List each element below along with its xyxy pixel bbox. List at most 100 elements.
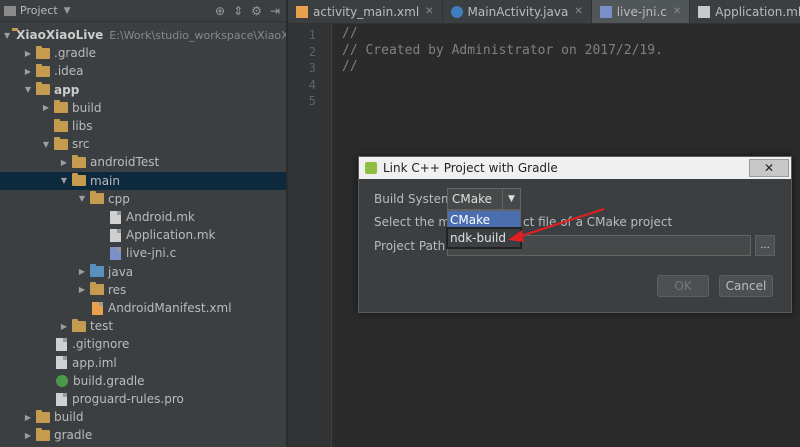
close-tab-icon[interactable]: ✕ (425, 6, 433, 17)
tree-item[interactable]: Android.mk (0, 208, 286, 226)
expanded-arrow-icon[interactable]: ▼ (76, 194, 88, 203)
collapsed-arrow-icon[interactable]: ▶ (22, 431, 34, 440)
tree-item-label: build.gradle (73, 373, 145, 388)
tree-item[interactable]: app.iml (0, 354, 286, 372)
gradle-file-icon (56, 374, 68, 387)
line-number-gutter: 1 2 3 4 5 (288, 24, 332, 447)
hide-icon[interactable]: ⇥ (270, 4, 280, 18)
tree-item-label: live-jni.c (126, 246, 177, 261)
close-button[interactable]: ✕ (749, 159, 789, 177)
link-cpp-dialog: Link C++ Project with Gradle ✕ Build Sys… (358, 156, 792, 313)
folder-icon (90, 191, 104, 205)
xml-file-icon (296, 5, 308, 18)
line-number: 5 (308, 94, 316, 108)
tree-item[interactable]: Application.mk (0, 226, 286, 244)
tab-label: live-jni.c (616, 4, 667, 19)
file-icon (110, 210, 121, 224)
tree-item[interactable]: build.gradle (0, 372, 286, 390)
collapsed-arrow-icon[interactable]: ▶ (22, 49, 34, 58)
android-studio-icon (365, 162, 377, 174)
tree-item[interactable]: ▼ cpp (0, 190, 286, 208)
folder-icon (54, 100, 68, 114)
editor-tab[interactable]: activity_main.xml ✕ (288, 0, 443, 23)
tree-item[interactable]: .gitignore (0, 335, 286, 353)
target-icon[interactable]: ⊕ (215, 4, 225, 18)
tab-label: MainActivity.java (467, 4, 569, 19)
tree-item-label: .gradle (54, 46, 97, 61)
tree-item[interactable]: ▼ XiaoXiaoLive E:\Work\studio_workspace\Xi… (0, 26, 286, 44)
tree-item-label: libs (72, 119, 93, 133)
tree-item[interactable]: ▶ res (0, 281, 286, 299)
collapsed-arrow-icon[interactable]: ▶ (58, 322, 70, 331)
description-text-end: ct file of a CMake project (523, 215, 673, 229)
line-number: 2 (308, 44, 316, 59)
dialog-titlebar: Link C++ Project with Gradle ✕ (359, 157, 791, 179)
expanded-arrow-icon[interactable]: ▼ (58, 176, 70, 185)
tree-item[interactable]: ▶ gradle (0, 426, 286, 444)
browse-button[interactable]: ... (755, 235, 775, 256)
folder-icon (36, 409, 50, 423)
tree-item[interactable]: live-jni.c (0, 244, 286, 262)
java-file-icon (450, 5, 463, 18)
collapsed-arrow-icon[interactable]: ▶ (76, 285, 88, 294)
tree-item[interactable]: ▼ main (0, 171, 286, 190)
collapsed-arrow-icon[interactable]: ▶ (22, 413, 34, 422)
tree-item[interactable]: ▶ build (0, 408, 286, 426)
gear-icon[interactable]: ⚙ (251, 4, 262, 18)
tab-label: activity_main.xml (313, 4, 420, 19)
tree-item[interactable]: proguard-rules.pro (0, 390, 286, 408)
tree-item[interactable]: AndroidManifest.xml (0, 299, 286, 317)
editor-tab[interactable]: MainActivity.java ✕ (443, 0, 592, 23)
tree-item[interactable]: ▶ build (0, 99, 286, 117)
tree-item-label: proguard-rules.pro (72, 392, 184, 406)
folder-icon (36, 45, 50, 59)
tree-item-label: build (72, 100, 102, 115)
dialog-title: Link C++ Project with Gradle (383, 161, 558, 175)
close-tab-icon[interactable]: ✕ (574, 6, 582, 17)
tree-item[interactable]: ▼ src (0, 135, 286, 153)
line-number: 1 (308, 28, 316, 42)
tree-item[interactable]: ▶ androidTest (0, 153, 286, 171)
expanded-arrow-icon[interactable]: ▼ (40, 140, 52, 149)
cancel-button[interactable]: Cancel (719, 275, 773, 297)
tree-item-label: .idea (54, 64, 84, 79)
folder-icon (72, 173, 86, 187)
chevron-down-icon[interactable]: ▼ (64, 6, 71, 16)
folder-icon (54, 136, 68, 150)
chevron-down-icon[interactable]: ▼ (502, 189, 520, 209)
editor-tab[interactable]: live-jni.c ✕ (591, 0, 691, 23)
collapsed-arrow-icon[interactable]: ▶ (40, 103, 52, 112)
tree-item[interactable]: ▶ java (0, 263, 286, 281)
close-tab-icon[interactable]: ✕ (673, 6, 681, 17)
build-system-label: Build System (374, 192, 453, 206)
xml-file-icon (92, 301, 103, 315)
dropdown-option[interactable]: CMake (448, 211, 520, 229)
tree-item-label: main (90, 173, 120, 188)
tree-item[interactable]: ▶ test (0, 317, 286, 335)
code-line: // (342, 26, 358, 41)
collapsed-arrow-icon[interactable]: ▶ (22, 67, 34, 76)
editor-tab[interactable]: Application.mk✕ (690, 0, 800, 23)
build-system-select[interactable]: CMake ▼ (447, 188, 521, 210)
tree-item-label: AndroidManifest.xml (108, 301, 232, 315)
expanded-arrow-icon[interactable]: ▼ (4, 31, 10, 40)
split-icon[interactable]: ⇕ (233, 4, 243, 18)
mk-file-icon (698, 5, 711, 18)
c-file-icon (110, 246, 121, 260)
expanded-arrow-icon[interactable]: ▼ (22, 85, 34, 94)
project-view-selector[interactable]: Project (20, 4, 58, 17)
collapsed-arrow-icon[interactable]: ▶ (58, 158, 70, 167)
dropdown-option[interactable]: ndk-build (446, 227, 522, 249)
folder-icon (36, 82, 50, 96)
tree-item[interactable]: ▶ .idea (0, 62, 286, 80)
tree-item[interactable]: ▼ app (0, 81, 286, 99)
tree-item[interactable]: libs (0, 117, 286, 135)
source-folder-icon (90, 264, 104, 278)
tree-item[interactable]: ▶ .gradle (0, 44, 286, 62)
code-line: // Created by Administrator on 2017/2/19… (342, 42, 663, 58)
collapsed-arrow-icon[interactable]: ▶ (76, 267, 88, 276)
folder-icon (36, 63, 50, 77)
tree-item-label: res (108, 282, 127, 297)
code-line: // (342, 59, 358, 74)
ok-button[interactable]: OK (657, 275, 709, 297)
